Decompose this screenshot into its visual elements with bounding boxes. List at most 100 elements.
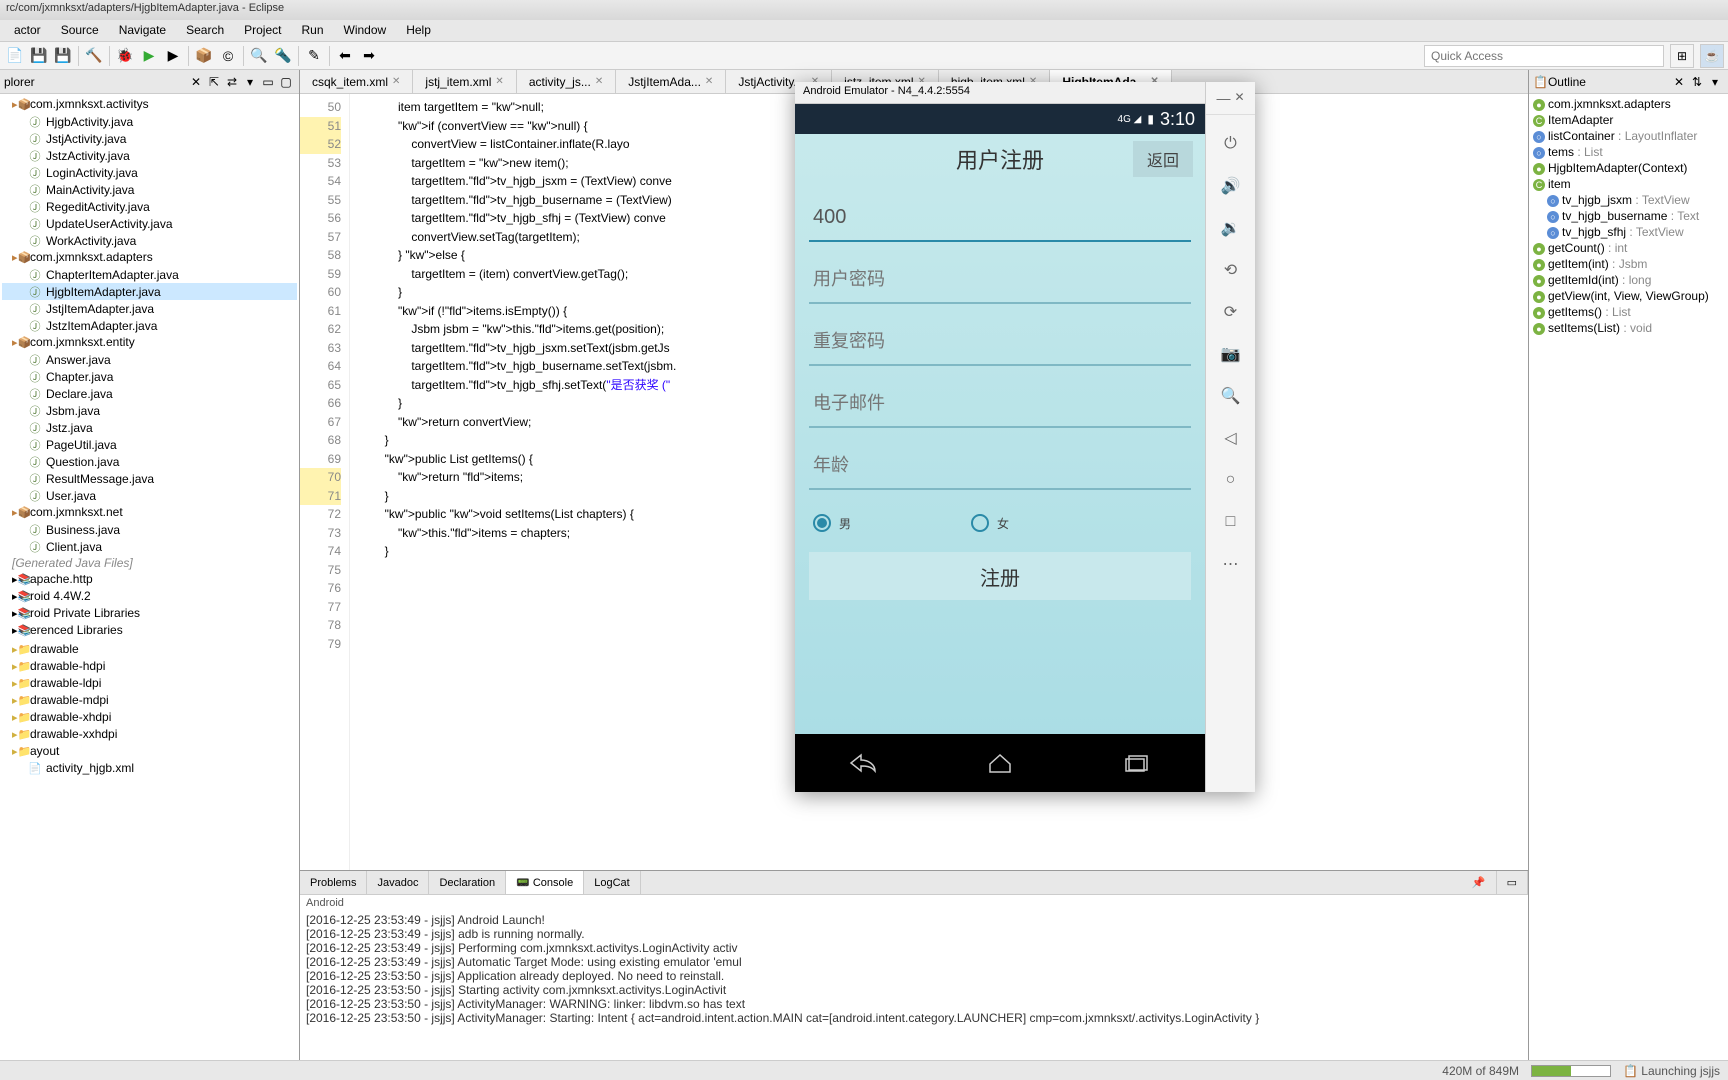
view-menu-icon[interactable]: ▾	[1706, 73, 1724, 91]
quick-access-input[interactable]	[1424, 45, 1664, 67]
close-icon[interactable]: ✕	[705, 76, 713, 87]
tree-item[interactable]: ⒿHjgbItemAdapter.java	[2, 283, 297, 300]
tree-item[interactable]: ⒿDeclare.java	[2, 385, 297, 402]
menu-run[interactable]: Run	[291, 20, 333, 41]
editor-tab[interactable]: activity_js...✕	[517, 70, 616, 93]
outline-item[interactable]: ●com.jxmnksxt.adapters	[1531, 96, 1726, 112]
tree-item[interactable]: ⒿChapterItemAdapter.java	[2, 266, 297, 283]
outline-item[interactable]: ●getItems() : List	[1531, 304, 1726, 320]
form-input[interactable]	[809, 318, 1191, 366]
outline-item[interactable]: ●getItemId(int) : long	[1531, 272, 1726, 288]
tree-item[interactable]: ⒿPageUtil.java	[2, 436, 297, 453]
tree-item[interactable]: ▸📁drawable-mdpi	[2, 692, 297, 709]
bottom-tab-logcat[interactable]: LogCat	[584, 871, 640, 894]
bottom-tab-declaration[interactable]: Declaration	[429, 871, 506, 894]
outline-item[interactable]: ○listContainer : LayoutInflater	[1531, 128, 1726, 144]
tree-item[interactable]: ⒿJstjActivity.java	[2, 130, 297, 147]
new-button[interactable]: 📄	[4, 45, 26, 67]
console-body[interactable]: [2016-12-25 23:53:49 - jsjjs] Android La…	[300, 911, 1528, 1060]
tree-item[interactable]: ▸📁drawable-xhdpi	[2, 709, 297, 726]
form-input[interactable]	[809, 194, 1191, 242]
nav-back-icon[interactable]	[843, 748, 883, 778]
tree-item[interactable]: ▸📚erenced Libraries	[2, 622, 297, 639]
back-button[interactable]: 返回	[1133, 141, 1193, 177]
outline-item[interactable]: ●getCount() : int	[1531, 240, 1726, 256]
outline-item[interactable]: CItemAdapter	[1531, 112, 1726, 128]
nav-home-icon[interactable]	[980, 748, 1020, 778]
maximize-icon[interactable]: ▢	[277, 73, 295, 91]
form-input[interactable]	[809, 380, 1191, 428]
tree-item[interactable]: 📄activity_hjgb.xml	[2, 760, 297, 777]
menu-project[interactable]: Project	[234, 20, 291, 41]
view-menu-icon[interactable]: ▾	[241, 73, 259, 91]
outline-item[interactable]: ●getItem(int) : Jsbm	[1531, 256, 1726, 272]
tree-item[interactable]: ▸📦com.jxmnksxt.adapters	[2, 249, 297, 266]
outline-tree[interactable]: ●com.jxmnksxt.adaptersCItemAdapter○listC…	[1529, 94, 1728, 1060]
volume-up-icon[interactable]: 🔊	[1218, 173, 1244, 199]
debug-button[interactable]: 🐞	[114, 45, 136, 67]
nav-back-side-icon[interactable]: ◁	[1218, 425, 1244, 451]
editor-tab[interactable]: JstjItemAda...✕	[616, 70, 726, 93]
camera-icon[interactable]: 📷	[1218, 341, 1244, 367]
tree-item[interactable]: ⒿClient.java	[2, 538, 297, 555]
tree-item[interactable]: [Generated Java Files]	[2, 555, 297, 571]
tree-item[interactable]: ⒿWorkActivity.java	[2, 232, 297, 249]
console-display-icon[interactable]: ▭	[1497, 871, 1528, 894]
tree-item[interactable]: ▸📦com.jxmnksxt.entity	[2, 334, 297, 351]
tree-item[interactable]: ▸📦com.jxmnksxt.activitys	[2, 96, 297, 113]
close-icon[interactable]: ✕	[495, 76, 503, 87]
tree-item[interactable]: ⒿJsbm.java	[2, 402, 297, 419]
menu-help[interactable]: Help	[396, 20, 441, 41]
back-button[interactable]: ⬅	[334, 45, 356, 67]
outline-item[interactable]: ●HjgbItemAdapter(Context)	[1531, 160, 1726, 176]
outline-item[interactable]: ○tv_hjgb_sfhj : TextView	[1531, 224, 1726, 240]
bottom-tab-javadoc[interactable]: Javadoc	[367, 871, 429, 894]
tree-item[interactable]: ▸📚apache.http	[2, 571, 297, 588]
open-type-button[interactable]: 🔍	[248, 45, 270, 67]
editor-tab[interactable]: jstj_item.xml✕	[413, 70, 516, 93]
sort-icon[interactable]: ⇅	[1688, 73, 1706, 91]
emulator-titlebar[interactable]: Android Emulator - N4_4.4.2:5554	[795, 82, 1205, 104]
emulator-window[interactable]: Android Emulator - N4_4.4.2:5554 4G ◢ ▮ …	[795, 82, 1255, 792]
tree-item[interactable]: ⒿJstzActivity.java	[2, 147, 297, 164]
close-icon[interactable]: ✕	[595, 76, 603, 87]
tree-item[interactable]: ⒿMainActivity.java	[2, 181, 297, 198]
save-button[interactable]: 💾	[28, 45, 50, 67]
menu-window[interactable]: Window	[334, 20, 397, 41]
outline-item[interactable]: ○tems : List	[1531, 144, 1726, 160]
emulator-close-icon[interactable]: ✕	[1234, 90, 1244, 106]
form-input[interactable]	[809, 256, 1191, 304]
tree-item[interactable]: ▸📦com.jxmnksxt.net	[2, 504, 297, 521]
search-button[interactable]: 🔦	[272, 45, 294, 67]
outline-item[interactable]: ○tv_hjgb_busername : Text	[1531, 208, 1726, 224]
forward-button[interactable]: ➡	[358, 45, 380, 67]
nav-recent-icon[interactable]	[1117, 748, 1157, 778]
tree-item[interactable]: ⒿJstz.java	[2, 419, 297, 436]
menu-navigate[interactable]: Navigate	[109, 20, 176, 41]
tree-item[interactable]: ⒿResultMessage.java	[2, 470, 297, 487]
bottom-tab-console[interactable]: 📟 Console	[506, 871, 584, 894]
console-pin-icon[interactable]: 📌	[1462, 871, 1497, 894]
radio-male[interactable]: 男	[813, 514, 851, 532]
save-all-button[interactable]: 💾	[52, 45, 74, 67]
close-icon[interactable]: ✕	[392, 76, 400, 87]
tree-item[interactable]: ⒿRegeditActivity.java	[2, 198, 297, 215]
outline-item[interactable]: ●getView(int, View, ViewGroup)	[1531, 288, 1726, 304]
build-button[interactable]: 🔨	[83, 45, 105, 67]
tree-item[interactable]: ⒿBusiness.java	[2, 521, 297, 538]
bottom-tab-problems[interactable]: Problems	[300, 871, 367, 894]
tree-item[interactable]: ⒿJstzItemAdapter.java	[2, 317, 297, 334]
outline-item[interactable]: ●setItems(List) : void	[1531, 320, 1726, 336]
minimize-icon[interactable]: ▭	[259, 73, 277, 91]
link-editor-icon[interactable]: ⇄	[223, 73, 241, 91]
volume-down-icon[interactable]: 🔉	[1218, 215, 1244, 241]
tree-item[interactable]: ⒿUser.java	[2, 487, 297, 504]
tree-item[interactable]: ▸📁drawable	[2, 641, 297, 658]
toggle-mark-button[interactable]: ✎	[303, 45, 325, 67]
outline-item[interactable]: Citem	[1531, 176, 1726, 192]
menu-search[interactable]: Search	[176, 20, 234, 41]
outline-item[interactable]: ○tv_hjgb_jsxm : TextView	[1531, 192, 1726, 208]
tree-item[interactable]: ⒿHjgbActivity.java	[2, 113, 297, 130]
new-class-button[interactable]: ©	[217, 45, 239, 67]
more-icon[interactable]: ⋯	[1218, 551, 1244, 577]
